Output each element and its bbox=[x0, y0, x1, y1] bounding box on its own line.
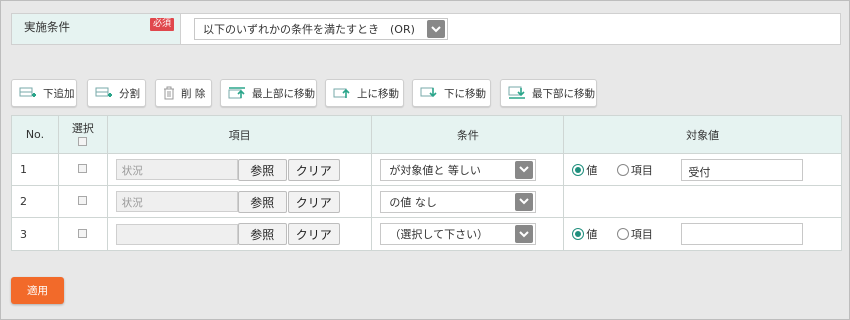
row-target-cell: 値 項目 bbox=[563, 217, 842, 251]
target-value-input[interactable] bbox=[681, 223, 804, 245]
radio-value[interactable] bbox=[572, 228, 585, 240]
radio-value-label: 値 bbox=[586, 163, 598, 177]
move-top-button[interactable]: 最上部に移動 bbox=[220, 79, 317, 107]
condition-select[interactable]: （選択して下さい） bbox=[380, 223, 537, 245]
item-field[interactable]: 状況 bbox=[115, 159, 238, 180]
condition-mode-value: 以下のいずれかの条件を満たすとき (OR) bbox=[203, 23, 415, 36]
select-all-checkbox[interactable] bbox=[78, 137, 88, 146]
table-row: 1 状況 参照 クリア が対象値と 等しい 値 項目 受付 bbox=[11, 153, 842, 186]
move-top-icon bbox=[228, 86, 246, 100]
row-item-cell: 参照 クリア bbox=[106, 217, 373, 251]
radio-item-label: 項目 bbox=[630, 163, 653, 177]
ref-button[interactable]: 参照 bbox=[237, 223, 287, 245]
header-select-label: 選択 bbox=[71, 122, 94, 135]
add-below-button[interactable]: 下追加 bbox=[11, 79, 77, 107]
condition-select-value: （選択して下さい） bbox=[389, 228, 489, 241]
row-condition-cell: が対象値と 等しい bbox=[371, 153, 565, 186]
move-bottom-button[interactable]: 最下部に移動 bbox=[500, 79, 597, 107]
target-value-input[interactable]: 受付 bbox=[681, 158, 804, 181]
move-bottom-label: 最下部に移動 bbox=[532, 87, 595, 100]
item-field[interactable]: 状況 bbox=[115, 191, 238, 212]
move-down-button[interactable]: 下に移動 bbox=[412, 79, 491, 107]
table-header-row: No. 選択 項目 条件 対象値 bbox=[11, 115, 842, 154]
execution-condition-panel: 実施条件 必須 以下のいずれかの条件を満たすとき (OR) bbox=[11, 13, 841, 45]
radio-value-label: 値 bbox=[586, 228, 598, 241]
move-down-label: 下に移動 bbox=[444, 87, 486, 100]
move-up-label: 上に移動 bbox=[357, 87, 399, 100]
chevron-down-icon[interactable] bbox=[427, 20, 445, 38]
header-item: 項目 bbox=[106, 115, 373, 154]
condition-mode-select[interactable]: 以下のいずれかの条件を満たすとき (OR) bbox=[194, 18, 448, 40]
clear-button[interactable]: クリア bbox=[287, 223, 340, 245]
required-badge: 必須 bbox=[149, 18, 174, 31]
header-no: No. bbox=[11, 115, 59, 154]
row-no: 2 bbox=[11, 185, 59, 218]
chevron-down-icon[interactable] bbox=[515, 160, 534, 179]
chevron-down-icon[interactable] bbox=[515, 225, 534, 243]
row-checkbox[interactable] bbox=[78, 196, 88, 205]
row-add-below-icon bbox=[19, 86, 37, 100]
condition-label-cell: 実施条件 必須 bbox=[12, 14, 181, 44]
radio-item-label: 項目 bbox=[630, 228, 653, 241]
row-select-cell bbox=[57, 217, 108, 251]
radio-item[interactable] bbox=[616, 228, 629, 240]
move-up-button[interactable]: 上に移動 bbox=[325, 79, 404, 107]
clear-button[interactable]: クリア bbox=[287, 190, 340, 213]
radio-value[interactable] bbox=[572, 163, 585, 176]
condition-select[interactable]: の値 なし bbox=[380, 190, 537, 213]
header-condition: 条件 bbox=[371, 115, 565, 154]
move-down-icon bbox=[420, 86, 438, 100]
row-split-icon bbox=[95, 86, 113, 100]
row-no: 1 bbox=[11, 153, 59, 186]
trash-icon bbox=[163, 86, 175, 100]
page-frame: 実施条件 必須 以下のいずれかの条件を満たすとき (OR) 下追加 分割 削 除… bbox=[0, 0, 850, 320]
delete-button[interactable]: 削 除 bbox=[155, 79, 212, 107]
move-bottom-icon bbox=[508, 86, 526, 100]
split-button[interactable]: 分割 bbox=[87, 79, 146, 107]
delete-label: 削 除 bbox=[181, 87, 206, 100]
row-condition-cell: （選択して下さい） bbox=[371, 217, 565, 251]
row-select-cell bbox=[57, 185, 108, 218]
apply-button[interactable]: 適用 bbox=[11, 277, 64, 304]
item-field[interactable] bbox=[115, 223, 238, 245]
condition-label: 実施条件 bbox=[24, 20, 70, 34]
header-target: 対象値 bbox=[563, 115, 842, 154]
row-checkbox[interactable] bbox=[78, 164, 88, 173]
condition-select[interactable]: が対象値と 等しい bbox=[380, 158, 537, 181]
row-checkbox[interactable] bbox=[78, 228, 88, 238]
clear-button[interactable]: クリア bbox=[287, 158, 340, 181]
table-row: 3 参照 クリア （選択して下さい） 値 項目 bbox=[11, 217, 842, 251]
condition-select-value: の値 なし bbox=[389, 195, 437, 209]
chevron-down-icon[interactable] bbox=[515, 192, 534, 211]
add-below-label: 下追加 bbox=[43, 87, 75, 100]
row-condition-cell: の値 なし bbox=[371, 185, 565, 218]
header-select: 選択 bbox=[57, 115, 108, 154]
radio-item[interactable] bbox=[616, 163, 629, 176]
row-select-cell bbox=[57, 153, 108, 186]
row-item-cell: 状況 参照 クリア bbox=[106, 153, 373, 186]
move-up-icon bbox=[333, 86, 351, 100]
row-target-cell bbox=[563, 185, 842, 218]
row-target-cell: 値 項目 受付 bbox=[563, 153, 842, 186]
ref-button[interactable]: 参照 bbox=[237, 158, 287, 181]
split-label: 分割 bbox=[119, 87, 140, 100]
table-row: 2 状況 参照 クリア の値 なし bbox=[11, 185, 842, 218]
move-top-label: 最上部に移動 bbox=[252, 87, 315, 100]
condition-table: No. 選択 項目 条件 対象値 1 状況 参照 クリア が対象値と 等しい 値… bbox=[11, 115, 842, 251]
condition-select-value: が対象値と 等しい bbox=[389, 163, 481, 177]
row-no: 3 bbox=[11, 217, 59, 251]
ref-button[interactable]: 参照 bbox=[237, 190, 287, 213]
row-item-cell: 状況 参照 クリア bbox=[106, 185, 373, 218]
